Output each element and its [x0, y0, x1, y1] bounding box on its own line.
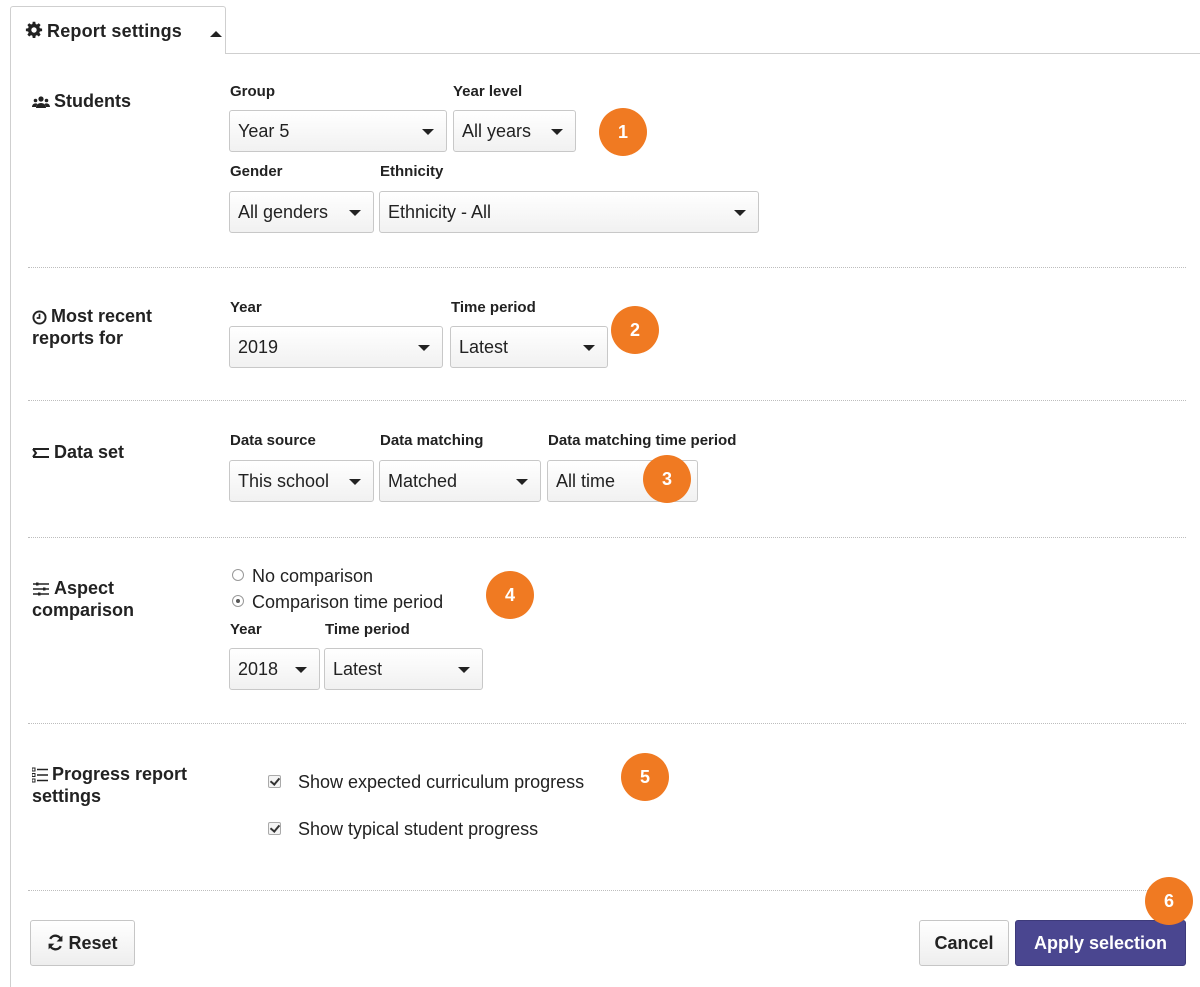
radio-comparison-time-period[interactable]: Comparison time period [232, 592, 443, 613]
refresh-icon [48, 934, 63, 951]
users-icon [32, 96, 50, 109]
step-badge-6: 6 [1145, 877, 1193, 925]
gender-select[interactable]: All genders [229, 191, 374, 233]
progress-label-line1: Progress report [52, 764, 188, 784]
checkbox-checked[interactable] [268, 821, 281, 835]
chevron-down-icon [349, 479, 361, 485]
gear-icon [25, 21, 43, 38]
tab-title: Report settings [47, 21, 183, 41]
step-badge-3: 3 [643, 455, 691, 503]
recent-time-period-select[interactable]: Latest [450, 326, 608, 368]
cancel-button[interactable]: Cancel [919, 920, 1009, 966]
radio-label: No comparison [252, 566, 374, 586]
apply-selection-button[interactable]: Apply selection [1015, 920, 1186, 966]
caret-up-icon [210, 31, 222, 37]
data-matching-select[interactable]: Matched [379, 460, 541, 502]
reset-button-label: Reset [68, 933, 118, 953]
gender-label: Gender [230, 163, 283, 180]
report-settings-tab[interactable]: Report settings [10, 6, 226, 54]
radio-no-comparison[interactable]: No comparison [232, 566, 373, 587]
data-matching-period-label: Data matching time period [548, 432, 737, 449]
group-label: Group [230, 83, 275, 100]
recent-label-line1: Most recent [51, 306, 153, 326]
dataset-icon [32, 448, 49, 459]
radio-label: Comparison time period [252, 592, 444, 612]
dataset-label-text: Data set [54, 442, 125, 462]
panel-border [10, 53, 11, 987]
ethnicity-label: Ethnicity [380, 163, 444, 180]
reset-button[interactable]: Reset [30, 920, 135, 966]
recent-time-period-select-value: Latest [459, 337, 509, 357]
data-source-select-value: This school [238, 471, 330, 491]
progress-label-line2: settings [32, 786, 102, 806]
section-divider [28, 890, 1186, 891]
data-source-label: Data source [230, 432, 316, 449]
group-select[interactable]: Year 5 [229, 110, 447, 152]
students-section-label: Students [32, 90, 131, 112]
aspect-year-select-value: 2018 [238, 659, 279, 679]
checkbox-expected-curriculum[interactable]: Show expected curriculum progress [268, 772, 584, 793]
aspect-label-line2: comparison [32, 600, 135, 620]
dataset-section-label: Data set [32, 441, 124, 463]
checkbox-label: Show typical student progress [298, 819, 539, 839]
checkbox-typical-student[interactable]: Show typical student progress [268, 819, 538, 840]
step-badge-4: 4 [486, 571, 534, 619]
progress-section-label: Progress report settings [32, 763, 187, 807]
chevron-down-icon [551, 129, 563, 135]
chevron-down-icon [458, 667, 470, 673]
ethnicity-select[interactable]: Ethnicity - All [379, 191, 759, 233]
chevron-down-icon [418, 345, 430, 351]
radio-button-selected[interactable] [232, 595, 244, 608]
list-icon [32, 767, 48, 783]
year-level-select[interactable]: All years [453, 110, 576, 152]
step-badge-5: 5 [621, 753, 669, 801]
step-badge-1: 1 [599, 108, 647, 156]
aspect-time-period-select-value: Latest [333, 659, 383, 679]
sliders-icon [33, 582, 49, 596]
year-level-label: Year level [453, 83, 523, 100]
aspect-year-label: Year [230, 621, 262, 638]
students-label-text: Students [54, 91, 132, 111]
recent-year-select-value: 2019 [238, 337, 279, 357]
aspect-section-label: Aspect comparison [32, 577, 134, 621]
group-select-value: Year 5 [238, 121, 290, 141]
recent-time-period-label: Time period [451, 299, 536, 316]
chevron-down-icon [422, 129, 434, 135]
clock-icon [32, 310, 47, 325]
section-divider [28, 537, 1186, 538]
aspect-label-line1: Aspect [54, 578, 115, 598]
chevron-down-icon [583, 345, 595, 351]
recent-year-label: Year [230, 299, 262, 316]
chevron-down-icon [349, 210, 361, 216]
step-badge-2: 2 [611, 306, 659, 354]
chevron-down-icon [295, 667, 307, 673]
year-level-select-value: All years [462, 121, 532, 141]
gender-select-value: All genders [238, 202, 329, 222]
cancel-button-label: Cancel [934, 933, 994, 953]
recent-section-label: Most recent reports for [32, 305, 152, 349]
data-matching-period-select-value: All time [556, 471, 616, 491]
aspect-time-period-select[interactable]: Latest [324, 648, 483, 690]
chevron-down-icon [516, 479, 528, 485]
aspect-time-period-label: Time period [325, 621, 410, 638]
data-matching-select-value: Matched [388, 471, 458, 491]
section-divider [28, 267, 1186, 268]
section-divider [28, 723, 1186, 724]
chevron-down-icon [734, 210, 746, 216]
recent-label-line2: reports for [32, 328, 124, 348]
aspect-year-select[interactable]: 2018 [229, 648, 320, 690]
apply-button-label: Apply selection [1033, 933, 1168, 953]
data-matching-label: Data matching [380, 432, 484, 449]
tab-border [226, 53, 1200, 54]
radio-button[interactable] [232, 569, 244, 582]
recent-year-select[interactable]: 2019 [229, 326, 443, 368]
section-divider [28, 400, 1186, 401]
data-source-select[interactable]: This school [229, 460, 374, 502]
checkbox-label: Show expected curriculum progress [298, 772, 585, 792]
ethnicity-select-value: Ethnicity - All [388, 202, 492, 222]
checkbox-checked[interactable] [268, 774, 281, 788]
